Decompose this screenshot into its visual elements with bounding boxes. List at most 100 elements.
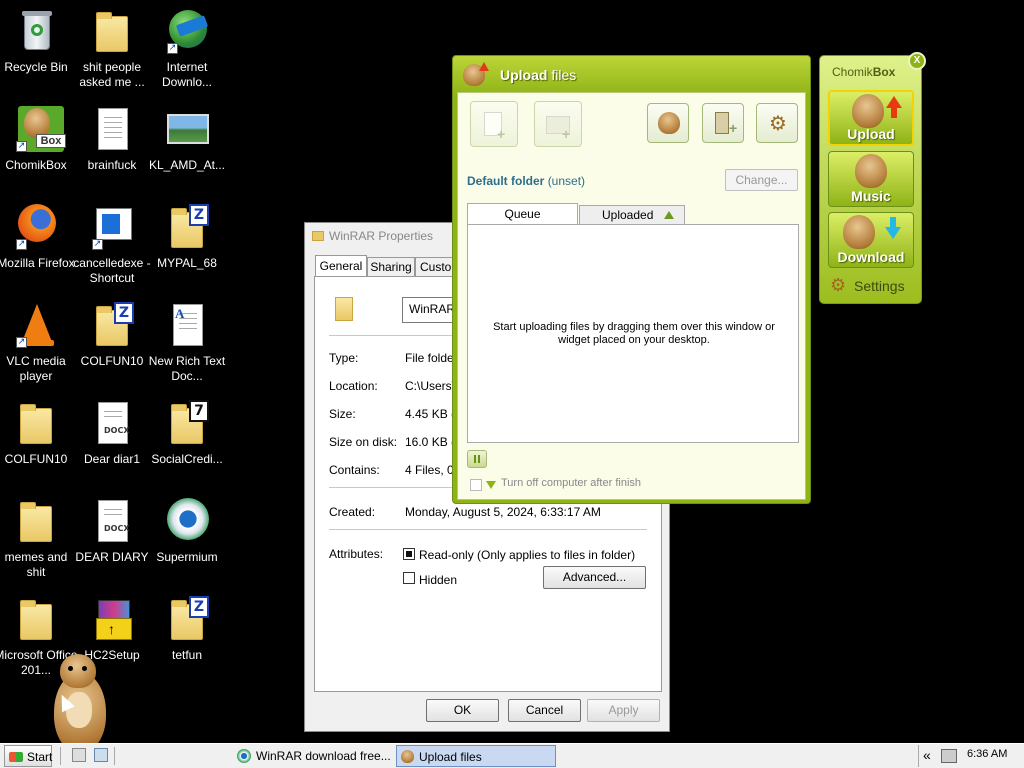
globe-download-icon: ↗ bbox=[163, 8, 211, 56]
clock[interactable]: 6:36 AM bbox=[967, 748, 1007, 760]
tab-customize[interactable]: Custo bbox=[415, 257, 455, 277]
shutdown-checkbox[interactable] bbox=[470, 479, 482, 491]
zip-folder-icon: Z bbox=[88, 302, 136, 350]
desktop-icon-memes-folder[interactable]: memes and shit bbox=[0, 498, 78, 580]
contains-value: 4 Files, 0 bbox=[405, 463, 454, 477]
desktop-icon-socialcredit[interactable]: 7 SocialCredi... bbox=[145, 400, 229, 467]
created-label: Created: bbox=[329, 505, 376, 519]
tab-general[interactable]: General bbox=[315, 255, 367, 277]
chomikbox-icon: Box ↗ bbox=[12, 106, 66, 154]
chomik-account-button[interactable] bbox=[647, 103, 689, 143]
desktop-icon-cancelledexe[interactable]: ↗ cancelledexe - Shortcut bbox=[70, 204, 154, 286]
icon-label: Dear diar1 bbox=[83, 452, 141, 466]
desktop-icon-recycle-bin[interactable]: Recycle Bin bbox=[0, 8, 78, 75]
desktop-icon-shit-people-folder[interactable]: shit people asked me ... bbox=[70, 8, 154, 90]
upload-titlebar[interactable]: Upload files bbox=[453, 56, 810, 92]
zip-folder-icon: Z bbox=[163, 204, 211, 252]
quicklaunch-icon[interactable] bbox=[94, 748, 108, 762]
desktop-icon-dear-diar1[interactable]: DOCX Dear diar1 bbox=[70, 400, 154, 467]
icon-label: COLFUN10 bbox=[80, 354, 144, 368]
tab-sharing[interactable]: Sharing bbox=[367, 257, 415, 277]
readonly-label: Read-only (Only applies to files in fold… bbox=[419, 548, 636, 562]
clipboard-add-button[interactable]: + bbox=[702, 103, 744, 143]
widget-music-button[interactable]: Music bbox=[828, 151, 914, 207]
icon-label: SocialCredi... bbox=[151, 452, 223, 466]
apply-button[interactable]: Apply bbox=[587, 699, 660, 722]
widget-download-label: Download bbox=[837, 249, 905, 265]
icon-label: shit people asked me ... bbox=[79, 60, 145, 89]
desktop-icon-mypal68[interactable]: Z MYPAL_68 bbox=[145, 204, 229, 271]
folder-icon bbox=[12, 596, 60, 644]
hamster-icon bbox=[658, 112, 680, 134]
desktop-icon-brainfuck[interactable]: brainfuck bbox=[70, 106, 154, 173]
zip-folder-icon: Z bbox=[163, 596, 211, 644]
plus-icon: + bbox=[562, 126, 571, 142]
attributes-label: Attributes: bbox=[329, 547, 384, 561]
network-icon[interactable] bbox=[941, 749, 957, 763]
folder-icon bbox=[88, 8, 136, 56]
upload-body: + + + ⚙ Default folder (unset) Change...… bbox=[457, 92, 806, 500]
task-upload-files[interactable]: Upload files bbox=[396, 745, 556, 767]
icon-label: memes and shit bbox=[4, 550, 68, 579]
quicklaunch-icon[interactable] bbox=[72, 748, 86, 762]
shortcut-arrow-icon: ↗ bbox=[167, 43, 178, 54]
docx-icon: DOCX bbox=[88, 498, 136, 546]
hamster-icon bbox=[843, 215, 875, 249]
widget-download-button[interactable]: Download bbox=[828, 212, 914, 268]
tab-uploaded[interactable]: Uploaded bbox=[579, 205, 685, 225]
upload-queue-list[interactable]: Start uploading files by dragging them o… bbox=[467, 224, 799, 443]
properties-title: WinRAR Properties bbox=[329, 229, 434, 243]
upload-title: Upload files bbox=[500, 67, 577, 83]
tab-uploaded-label: Uploaded bbox=[602, 208, 654, 222]
type-value: File folder bbox=[405, 351, 458, 365]
desktop-icon-colfun10-zip[interactable]: Z COLFUN10 bbox=[70, 302, 154, 369]
shortcut-arrow-icon: ↗ bbox=[92, 239, 103, 250]
shortcut-arrow-icon: ↗ bbox=[16, 337, 27, 348]
shutdown-label: Turn off computer after finish bbox=[501, 477, 642, 489]
desktop-icon-colfun10-folder[interactable]: COLFUN10 bbox=[0, 400, 78, 467]
tab-queue[interactable]: Queue bbox=[467, 203, 578, 225]
desktop-icon-internet-download[interactable]: ↗ Internet Downlo... bbox=[145, 8, 229, 90]
folder-icon bbox=[312, 231, 324, 241]
close-icon[interactable]: X bbox=[908, 52, 926, 70]
size-on-disk-label: Size on disk: bbox=[329, 435, 398, 449]
widget-upload-button[interactable]: Upload bbox=[828, 90, 914, 146]
desktop-icon-firefox[interactable]: ↗ Mozilla Firefox bbox=[0, 204, 78, 271]
advanced-button[interactable]: Advanced... bbox=[543, 566, 646, 589]
hamster-mascot[interactable] bbox=[44, 650, 114, 756]
readonly-checkbox[interactable] bbox=[403, 548, 415, 560]
icon-label: Recycle Bin bbox=[4, 60, 68, 74]
icon-label: brainfuck bbox=[87, 158, 137, 172]
plus-icon: + bbox=[497, 126, 506, 142]
gear-icon: ⚙ bbox=[830, 275, 847, 296]
icon-label: New Rich Text Doc... bbox=[148, 354, 226, 383]
add-file-button[interactable]: + bbox=[470, 101, 518, 147]
vlc-cone-icon: ↗ bbox=[12, 302, 60, 350]
start-button[interactable]: Start bbox=[4, 745, 52, 767]
settings-gear-button[interactable]: ⚙ bbox=[756, 103, 798, 143]
desktop-icon-supermium[interactable]: Supermium bbox=[145, 498, 229, 565]
ok-button[interactable]: OK bbox=[426, 699, 499, 722]
task-winrar-download[interactable]: WinRAR download free... bbox=[234, 745, 392, 767]
add-folder-button[interactable]: + bbox=[534, 101, 582, 147]
icon-label: tetfun bbox=[171, 648, 203, 662]
text-file-icon bbox=[88, 106, 136, 154]
task-label: WinRAR download free... bbox=[256, 749, 391, 763]
default-folder-text: Default folder (unset) bbox=[467, 174, 586, 188]
desktop-icon-dear-diary[interactable]: DOCX DEAR DIARY bbox=[70, 498, 154, 565]
tray-expand-icon[interactable]: « bbox=[923, 747, 931, 763]
shortcut-arrow-icon: ↗ bbox=[16, 141, 27, 152]
desktop-icon-tetfun[interactable]: Z tetfun bbox=[145, 596, 229, 663]
desktop-icon-vlc[interactable]: ↗ VLC media player bbox=[0, 302, 78, 384]
hidden-checkbox[interactable] bbox=[403, 572, 415, 584]
desktop-icon-new-rich-text[interactable]: A New Rich Text Doc... bbox=[145, 302, 229, 384]
location-value: C:\Users\ bbox=[405, 379, 456, 393]
widget-settings-label: Settings bbox=[854, 278, 905, 294]
pause-button[interactable] bbox=[467, 450, 487, 468]
widget-settings-button[interactable]: ⚙ Settings bbox=[830, 275, 916, 297]
desktop-icon-kl-amd[interactable]: KL_AMD_At... bbox=[145, 106, 229, 173]
desktop-icon-chomikbox[interactable]: Box ↗ ChomikBox bbox=[0, 106, 78, 173]
cancel-button[interactable]: Cancel bbox=[508, 699, 581, 722]
type-label: Type: bbox=[329, 351, 359, 365]
change-folder-button[interactable]: Change... bbox=[725, 169, 798, 191]
